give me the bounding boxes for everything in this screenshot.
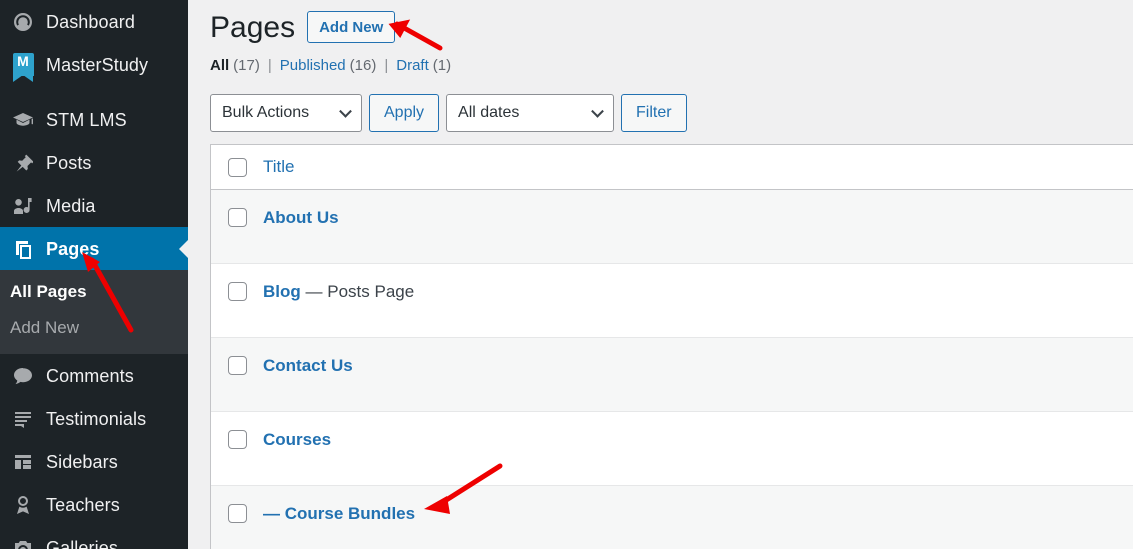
- testimonials-icon: [8, 405, 38, 433]
- select-all-cell: [211, 158, 263, 177]
- table-row[interactable]: Courses: [211, 412, 1133, 486]
- filter-separator: |: [384, 57, 388, 74]
- sidebar-item-label: Sidebars: [46, 453, 118, 471]
- media-music-icon: [8, 192, 38, 220]
- page-title: Pages: [210, 8, 295, 47]
- sidebar-item-masterstudy[interactable]: M MasterStudy: [0, 43, 188, 86]
- current-menu-arrow-icon: [179, 240, 188, 258]
- award-ribbon-icon: [8, 491, 38, 519]
- apply-button[interactable]: Apply: [369, 94, 439, 132]
- page-title-link[interactable]: About Us: [263, 208, 339, 227]
- page-title-link[interactable]: Blog: [263, 282, 301, 301]
- bulk-actions-value: Bulk Actions: [222, 104, 309, 122]
- sidebar-item-label: Pages: [46, 240, 100, 258]
- row-checkbox[interactable]: [228, 504, 247, 523]
- sidebar-item-dashboard[interactable]: Dashboard: [0, 0, 188, 43]
- sidebar-item-label: Media: [46, 197, 96, 215]
- row-title-cell: Blog — Posts Page: [263, 264, 1133, 303]
- date-filter-select[interactable]: All dates: [446, 94, 614, 132]
- filter-separator: |: [268, 57, 272, 74]
- admin-sidebar-menu: Dashboard M MasterStudy STM LMS Posts Me…: [0, 0, 188, 549]
- pages-icon: [8, 235, 38, 263]
- dashboard-gauge-icon: [8, 8, 38, 36]
- filter-link-all[interactable]: All: [210, 57, 229, 74]
- sidebar-item-label: MasterStudy: [46, 56, 148, 74]
- sidebar-item-galleries[interactable]: Galleries: [0, 526, 188, 549]
- sidebar-item-label: Posts: [46, 154, 92, 172]
- sidebar-item-stm-lms[interactable]: STM LMS: [0, 98, 188, 141]
- row-title-cell: About Us: [263, 190, 1133, 229]
- table-row[interactable]: Contact Us: [211, 338, 1133, 412]
- filter-button[interactable]: Filter: [621, 94, 687, 132]
- pages-submenu: All Pages Add New: [0, 270, 188, 354]
- pushpin-icon: [8, 149, 38, 177]
- galleries-camera-icon: [8, 534, 38, 549]
- table-row[interactable]: About Us: [211, 190, 1133, 264]
- table-navigation-toolbar: Bulk Actions Apply All dates Filter: [210, 94, 1133, 132]
- date-filter-value: All dates: [458, 104, 519, 122]
- page-title-link[interactable]: — Course Bundles: [263, 504, 415, 523]
- filter-link-draft[interactable]: Draft: [396, 57, 429, 74]
- sidebar-item-label: Comments: [46, 367, 134, 385]
- row-title-cell: Contact Us: [263, 338, 1133, 377]
- bulk-actions-select[interactable]: Bulk Actions: [210, 94, 362, 132]
- sidebar-item-posts[interactable]: Posts: [0, 141, 188, 184]
- filter-link-published[interactable]: Published: [280, 57, 346, 74]
- sidebar-item-media[interactable]: Media: [0, 184, 188, 227]
- status-filter-links: All (17) | Published (16) | Draft (1): [210, 50, 1133, 80]
- row-select-cell: [211, 412, 263, 449]
- row-checkbox[interactable]: [228, 208, 247, 227]
- sidebar-item-label: Dashboard: [46, 13, 135, 31]
- row-checkbox[interactable]: [228, 356, 247, 375]
- row-select-cell: [211, 338, 263, 375]
- row-checkbox[interactable]: [228, 282, 247, 301]
- page-header: Pages Add New: [210, 0, 1133, 48]
- sidebar-item-comments[interactable]: Comments: [0, 354, 188, 397]
- table-header-row: Title: [211, 145, 1133, 190]
- sidebar-item-add-new[interactable]: Add New: [0, 310, 188, 346]
- sidebar-item-all-pages[interactable]: All Pages: [0, 274, 188, 310]
- sidebar-item-pages[interactable]: Pages: [0, 227, 188, 270]
- table-row[interactable]: Blog — Posts Page: [211, 264, 1133, 338]
- page-title-link[interactable]: Contact Us: [263, 356, 353, 375]
- row-select-cell: [211, 486, 263, 523]
- filter-count-published: (16): [350, 57, 377, 74]
- add-new-button[interactable]: Add New: [307, 11, 395, 43]
- main-content-area: Pages Add New All (17) | Published (16) …: [188, 0, 1133, 549]
- masterstudy-shield-icon: M: [8, 51, 38, 79]
- filter-count-all: (17): [233, 57, 260, 74]
- row-select-cell: [211, 190, 263, 227]
- row-checkbox[interactable]: [228, 430, 247, 449]
- row-title-cell: — Course Bundles: [263, 486, 1133, 525]
- row-select-cell: [211, 264, 263, 301]
- filter-count-draft: (1): [433, 57, 451, 74]
- chevron-down-icon: [591, 105, 604, 118]
- page-title-link[interactable]: Courses: [263, 430, 331, 449]
- sidebar-item-label: STM LMS: [46, 111, 127, 129]
- select-all-checkbox[interactable]: [228, 158, 247, 177]
- sidebar-item-label: Testimonials: [46, 410, 146, 428]
- sidebar-item-label: Galleries: [46, 539, 118, 549]
- pages-list-table: Title About Us Blog — Posts Page: [210, 144, 1133, 549]
- column-header-title: Title: [263, 156, 1133, 178]
- page-title-suffix: — Posts Page: [306, 282, 415, 301]
- table-row[interactable]: — Course Bundles: [211, 486, 1133, 549]
- sidebar-item-sidebars[interactable]: Sidebars: [0, 440, 188, 483]
- column-header-title-label[interactable]: Title: [263, 157, 295, 176]
- comment-bubble-icon: [8, 362, 38, 390]
- sidebar-item-teachers[interactable]: Teachers: [0, 483, 188, 526]
- chevron-down-icon: [339, 105, 352, 118]
- sidebars-grid-icon: [8, 448, 38, 476]
- sidebar-item-label: Teachers: [46, 496, 120, 514]
- wordpress-admin-screen: Dashboard M MasterStudy STM LMS Posts Me…: [0, 0, 1133, 549]
- row-title-cell: Courses: [263, 412, 1133, 451]
- sidebar-item-testimonials[interactable]: Testimonials: [0, 397, 188, 440]
- graduation-cap-icon: [8, 106, 38, 134]
